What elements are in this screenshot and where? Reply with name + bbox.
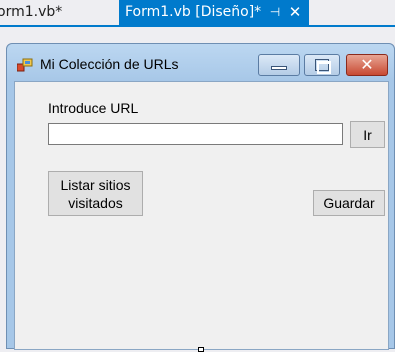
minimize-button[interactable] (258, 54, 300, 76)
minimize-icon (271, 66, 287, 70)
maximize-icon (315, 59, 331, 74)
tab-label: Form1.vb [Diseño]* (125, 4, 262, 20)
tab-form1-designer[interactable]: Form1.vb [Diseño]* ⊣ ✕ (119, 0, 309, 25)
form-window[interactable]: Mi Colección de URLs ✕ Introduce URL Ir … (6, 43, 395, 350)
save-button[interactable]: Guardar (313, 190, 385, 216)
tab-form1-code[interactable]: orm1.vb* (0, 0, 115, 25)
resize-handle[interactable] (198, 347, 204, 352)
close-icon: ✕ (360, 55, 374, 74)
pin-icon[interactable]: ⊣ (267, 0, 283, 25)
close-tab-icon[interactable]: ✕ (287, 0, 303, 25)
maximize-button[interactable] (304, 54, 340, 76)
tab-label: orm1.vb* (0, 4, 63, 20)
document-tab-strip: orm1.vb* Form1.vb [Diseño]* ⊣ ✕ (0, 0, 395, 27)
app-icon (17, 58, 33, 72)
form-title: Mi Colección de URLs (40, 56, 179, 72)
list-visited-button[interactable]: Listar sitios visitados (48, 171, 143, 216)
form-titlebar[interactable]: Mi Colección de URLs ✕ (7, 44, 394, 80)
url-label: Introduce URL (48, 100, 139, 116)
url-input[interactable] (48, 123, 343, 145)
form-client-area: Introduce URL Ir Listar sitios visitados… (14, 81, 389, 350)
go-button[interactable]: Ir (350, 121, 385, 148)
close-button[interactable]: ✕ (346, 54, 388, 76)
